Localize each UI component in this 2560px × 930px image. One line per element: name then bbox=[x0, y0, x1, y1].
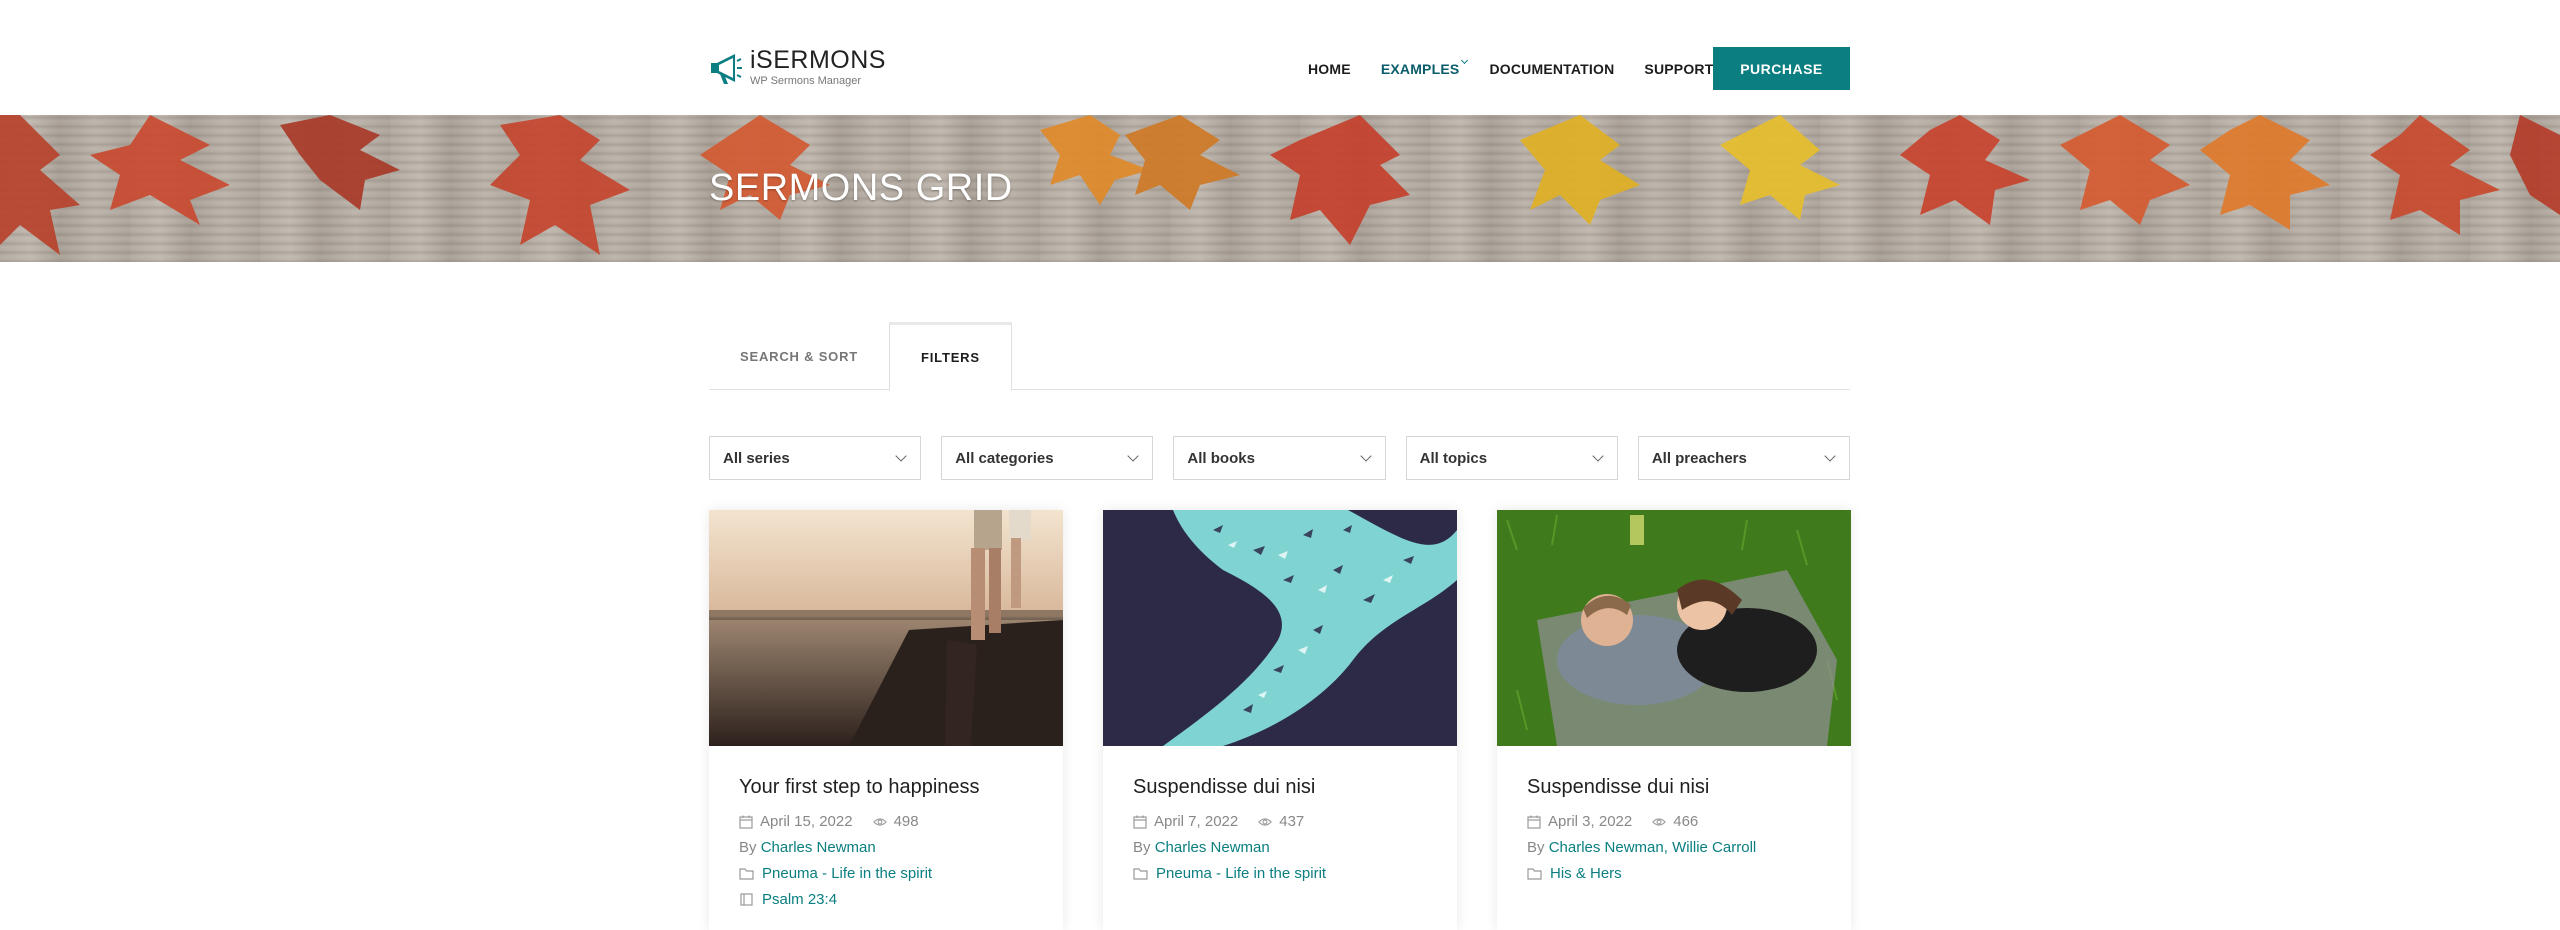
sermon-date: April 15, 2022 bbox=[760, 813, 853, 830]
views-count: 466 bbox=[1673, 813, 1699, 830]
sermon-category: His & Hers bbox=[1527, 865, 1821, 882]
sermon-category: Pneuma - Life in the spirit bbox=[739, 865, 1033, 882]
sermon-card: Suspendisse dui nisi April 3, 2022 466 B… bbox=[1497, 510, 1851, 930]
calendar-icon bbox=[1133, 815, 1147, 829]
calendar-icon bbox=[1527, 815, 1541, 829]
filter-bar: All series All categories All books All … bbox=[709, 436, 1851, 480]
main-nav: HOME EXAMPLES DOCUMENTATION SUPPORT bbox=[1308, 47, 1743, 91]
nav-examples[interactable]: EXAMPLES bbox=[1380, 56, 1469, 77]
site-logo[interactable]: iSERMONS WP Sermons Manager bbox=[708, 47, 886, 87]
by-prefix: By bbox=[1527, 839, 1549, 856]
nav-support[interactable]: SUPPORT bbox=[1644, 61, 1713, 77]
sermon-views: 437 bbox=[1258, 813, 1304, 830]
page-title: SERMONS GRID bbox=[709, 167, 1013, 209]
logo-title: iSERMONS bbox=[750, 45, 886, 74]
chevron-down-icon bbox=[1127, 450, 1140, 462]
beach-walk-image bbox=[709, 510, 1063, 746]
chevron-down-icon bbox=[1461, 56, 1469, 65]
topics-select-value: All topics bbox=[1419, 449, 1488, 467]
chevron-down-icon bbox=[895, 450, 907, 462]
sermon-views: 498 bbox=[872, 813, 919, 830]
series-select[interactable]: All series bbox=[709, 436, 922, 480]
sermon-grid: Your first step to happiness April 15, 2… bbox=[709, 510, 1851, 930]
sermon-preachers: By Charles Newman, Willie Carroll bbox=[1527, 839, 1821, 856]
chevron-down-icon bbox=[1824, 450, 1836, 462]
folder-icon bbox=[1133, 868, 1148, 880]
preacher-link[interactable]: Charles Newman bbox=[1155, 839, 1270, 856]
views-count: 498 bbox=[893, 813, 919, 830]
sermon-meta: April 7, 2022 437 bbox=[1133, 813, 1427, 830]
couple-on-grass-image bbox=[1497, 510, 1851, 746]
calendar-icon bbox=[739, 815, 753, 829]
preachers-select-value: All preachers bbox=[1651, 449, 1747, 467]
sermon-date: April 7, 2022 bbox=[1154, 813, 1239, 830]
books-select-value: All books bbox=[1187, 449, 1255, 467]
logo-subtitle: WP Sermons Manager bbox=[750, 74, 862, 87]
hero-banner: SERMONS GRID bbox=[0, 115, 2560, 262]
sermon-thumbnail[interactable] bbox=[1497, 510, 1851, 746]
dove-image bbox=[1103, 510, 1457, 746]
nav-home[interactable]: HOME bbox=[1308, 61, 1351, 77]
books-select[interactable]: All books bbox=[1173, 436, 1386, 480]
sermon-date: April 3, 2022 bbox=[1548, 813, 1633, 830]
preacher-link[interactable]: Charles Newman bbox=[761, 839, 876, 856]
preachers-select[interactable]: All preachers bbox=[1637, 436, 1851, 480]
sermon-meta: April 3, 2022 466 bbox=[1527, 813, 1821, 830]
categories-select[interactable]: All categories bbox=[941, 436, 1154, 480]
chevron-down-icon bbox=[1592, 450, 1604, 462]
sermon-title[interactable]: Your first step to happiness bbox=[739, 776, 1033, 799]
sermon-preachers: By Charles Newman bbox=[739, 839, 1033, 856]
site-header: iSERMONS WP Sermons Manager HOME EXAMPLE… bbox=[0, 0, 2560, 115]
nav-documentation[interactable]: DOCUMENTATION bbox=[1489, 61, 1614, 77]
folder-icon bbox=[1527, 868, 1542, 880]
leaf-decoration bbox=[0, 115, 2560, 255]
sermon-card: Your first step to happiness April 15, 2… bbox=[709, 510, 1063, 930]
tab-search-sort[interactable]: SEARCH & SORT bbox=[709, 322, 889, 390]
by-prefix: By bbox=[739, 839, 761, 856]
category-link[interactable]: Pneuma - Life in the spirit bbox=[762, 865, 932, 882]
sermon-card: Suspendisse dui nisi April 7, 2022 437 B… bbox=[1103, 510, 1457, 930]
category-link[interactable]: His & Hers bbox=[1550, 865, 1622, 882]
tab-filters[interactable]: FILTERS bbox=[889, 322, 1012, 391]
filter-tabs: SEARCH & SORT FILTERS bbox=[709, 322, 1850, 391]
sermon-thumbnail[interactable] bbox=[709, 510, 1063, 746]
topics-select[interactable]: All topics bbox=[1405, 436, 1618, 480]
sermon-thumbnail[interactable] bbox=[1103, 510, 1457, 746]
sermon-category: Pneuma - Life in the spirit bbox=[1133, 865, 1427, 882]
sermon-preachers: By Charles Newman bbox=[1133, 839, 1427, 856]
sermon-title[interactable]: Suspendisse dui nisi bbox=[1527, 776, 1821, 799]
eye-icon bbox=[872, 817, 887, 826]
by-prefix: By bbox=[1133, 839, 1155, 856]
sermon-views: 466 bbox=[1652, 813, 1698, 830]
purchase-button[interactable]: PURCHASE bbox=[1713, 47, 1850, 90]
eye-icon bbox=[1652, 817, 1667, 826]
folder-icon bbox=[739, 868, 754, 880]
sermon-meta: April 15, 2022 498 bbox=[739, 813, 1033, 830]
nav-examples-label: EXAMPLES bbox=[1380, 61, 1460, 77]
preacher-link[interactable]: Charles Newman, Willie Carroll bbox=[1549, 839, 1757, 856]
categories-select-value: All categories bbox=[955, 449, 1054, 467]
megaphone-icon bbox=[711, 54, 742, 84]
eye-icon bbox=[1258, 817, 1273, 826]
series-select-value: All series bbox=[723, 449, 790, 467]
sermon-title[interactable]: Suspendisse dui nisi bbox=[1133, 776, 1427, 799]
chevron-down-icon bbox=[1359, 450, 1372, 462]
views-count: 437 bbox=[1279, 813, 1305, 830]
category-link[interactable]: Pneuma - Life in the spirit bbox=[1156, 865, 1326, 882]
